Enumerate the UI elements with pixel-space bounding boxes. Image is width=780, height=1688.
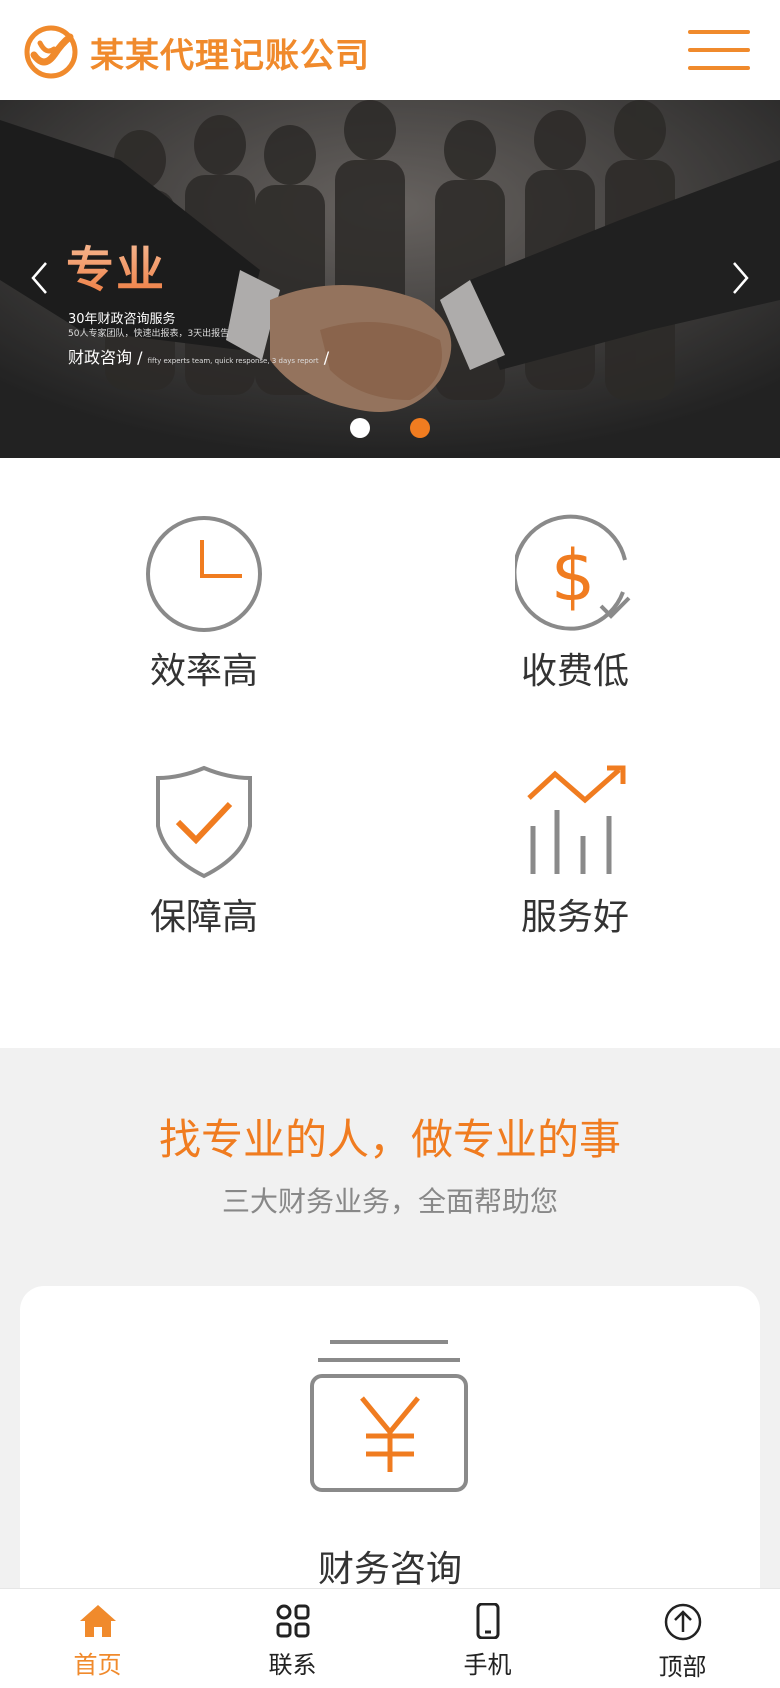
section-title: 找专业的人，做专业的事 [158, 1115, 621, 1164]
header: 某某代理记账公司 [0, 0, 780, 100]
banner-subtitle: 30年财政咨询服务 [68, 312, 176, 327]
hamburger-menu-icon[interactable] [688, 28, 750, 72]
slide-dot-2-active[interactable] [410, 418, 430, 438]
feature-efficiency: 效率高 [74, 514, 334, 694]
dollar-check-icon: $ [515, 514, 631, 631]
yen-stack-icon [310, 1340, 468, 1492]
chevron-left-icon[interactable] [24, 260, 54, 300]
section-subtitle: 三大财务业务，全面帮助您 [221, 1185, 558, 1218]
nav-item-mobile[interactable]: 手机 [390, 1589, 585, 1688]
clock-icon [146, 516, 262, 632]
svg-text:$: $ [551, 535, 596, 617]
nav-label: 手机 [463, 1651, 512, 1679]
banner-line-small: fifty experts team, quick response, 3 da… [147, 357, 319, 365]
nav-label: 顶部 [658, 1653, 707, 1681]
shield-check-icon [156, 765, 252, 879]
company-logo-icon [24, 25, 78, 79]
banner-line-label: 财政咨询 [68, 348, 133, 367]
feature-label: 效率高 [149, 651, 258, 692]
hero-banner[interactable]: 专业 30年财政咨询服务 50人专家团队，快速出报表，3天出报告 财政咨询 / … [0, 100, 780, 458]
service-card-label: 财务咨询 [317, 1549, 462, 1590]
logo[interactable]: 某某代理记账公司 [24, 22, 370, 82]
feature-label: 收费低 [520, 651, 629, 692]
phone-icon [476, 1603, 499, 1639]
bottom-nav: 首页 联系 手机 顶部 [0, 1588, 780, 1688]
banner-subtitle-small: 50人专家团队，快速出报表，3天出报告 [68, 329, 230, 339]
company-name: 某某代理记账公司 [90, 35, 370, 76]
growth-chart-icon [527, 765, 626, 874]
arrow-up-circle-icon [664, 1603, 701, 1641]
nav-item-home[interactable]: 首页 [0, 1589, 195, 1688]
nav-item-top[interactable]: 顶部 [585, 1589, 780, 1688]
slide-dot-1[interactable] [350, 418, 370, 438]
features-section: 效率高 $ 收费低 保障高 服务好 [0, 458, 780, 1048]
chevron-right-icon[interactable] [726, 260, 756, 300]
grid-icon [276, 1604, 309, 1638]
banner-title: 专业 [66, 230, 166, 300]
feature-label: 服务好 [520, 897, 629, 938]
nav-item-contact[interactable]: 联系 [195, 1589, 390, 1688]
feature-service: 服务好 [445, 760, 705, 940]
banner-service-line: 财政咨询 / fifty experts team, quick respons… [68, 348, 330, 367]
nav-label: 首页 [73, 1651, 122, 1679]
home-icon [79, 1605, 116, 1637]
nav-label: 联系 [268, 1651, 317, 1679]
feature-label: 保障高 [149, 897, 258, 938]
feature-guarantee: 保障高 [74, 760, 334, 940]
feature-low-cost: $ 收费低 [445, 514, 705, 694]
